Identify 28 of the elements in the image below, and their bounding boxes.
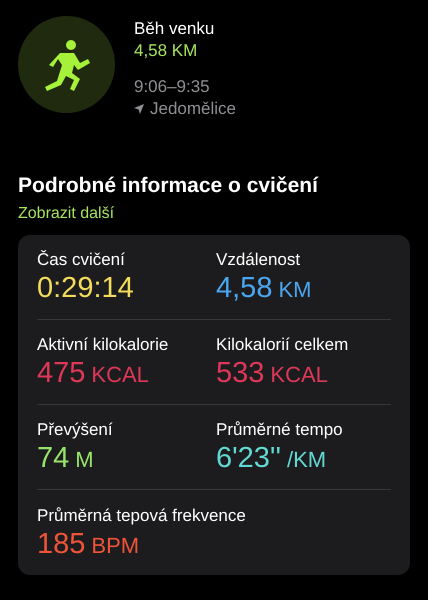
- metric-value: 185: [37, 526, 86, 560]
- metric-label: Převýšení: [37, 419, 113, 441]
- metric-label: Kilokalorií celkem: [216, 334, 348, 356]
- metric-unit: KCAL: [270, 362, 328, 388]
- workout-time: 9:06–9:35: [134, 76, 211, 98]
- metric-value: 475: [37, 356, 86, 390]
- metric-unit: M: [75, 447, 94, 473]
- workout-title: Běh venku: [134, 18, 216, 40]
- section-title: Podrobné informace o cvičení: [18, 173, 320, 199]
- metric-label: Aktivní kilokalorie: [37, 334, 168, 356]
- workout-distance: 4,58 KM: [134, 40, 198, 62]
- metric-value: 6'23'': [216, 441, 281, 475]
- metric-label: Vzdálenost: [216, 249, 300, 271]
- show-more-link[interactable]: Zobrazit další: [18, 203, 114, 225]
- metric-value: 0:29:14: [37, 271, 134, 305]
- metric-label: Průměrné tempo: [216, 419, 343, 441]
- metric-label: Čas cvičení: [37, 249, 125, 271]
- location-arrow-icon: [134, 104, 144, 114]
- metric-unit: /KM: [287, 447, 326, 473]
- metric-unit: KM: [278, 277, 312, 303]
- metric-value: 74: [37, 441, 70, 475]
- metric-unit: KCAL: [91, 362, 149, 388]
- metric-value: 533: [216, 356, 264, 390]
- metric-label: Průměrná tepová frekvence: [37, 504, 246, 526]
- workout-location: Jedomělice: [150, 98, 236, 120]
- metric-value: 4,58: [216, 271, 272, 305]
- runner-icon: [44, 38, 90, 90]
- metric-unit: BPM: [91, 532, 140, 558]
